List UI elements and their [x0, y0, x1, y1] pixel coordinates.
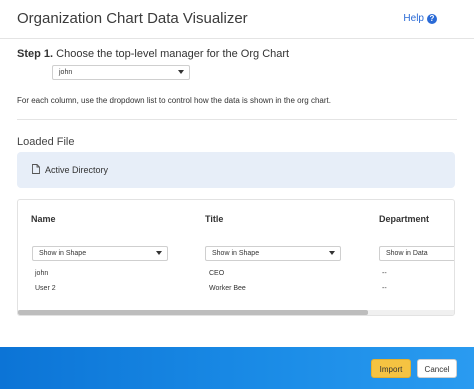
- help-link[interactable]: Help: [403, 13, 424, 24]
- dialog-title: Organization Chart Data Visualizer: [17, 10, 248, 27]
- name-display-value: Show in Shape: [39, 250, 87, 257]
- table-cell: CEO: [209, 270, 225, 277]
- file-icon: [32, 164, 40, 174]
- top-manager-value: john: [59, 69, 73, 76]
- chevron-down-icon: [329, 251, 335, 255]
- chevron-down-icon: [156, 251, 162, 255]
- table-cell: Worker Bee: [209, 285, 246, 292]
- column-instructions: For each column, use the dropdown list t…: [17, 96, 331, 105]
- name-display-select[interactable]: Show in Shape: [32, 246, 168, 261]
- column-header-name: Name: [31, 214, 56, 224]
- table-cell: --: [382, 285, 387, 292]
- table-cell: --: [382, 270, 387, 277]
- section-divider: [17, 119, 457, 120]
- title-display-value: Show in Shape: [212, 250, 260, 257]
- step1-text: Choose the top-level manager for the Org…: [56, 48, 290, 60]
- scrollbar-thumb[interactable]: [18, 310, 368, 315]
- column-mapping-panel: Name Title Department Show in Shape Show…: [17, 199, 455, 316]
- dialog-footer: Import Cancel: [0, 347, 474, 389]
- cancel-button[interactable]: Cancel: [417, 359, 457, 378]
- department-display-select[interactable]: Show in Data: [379, 246, 454, 261]
- column-header-department: Department: [379, 214, 430, 224]
- dialog-header: Organization Chart Data Visualizer Help …: [0, 0, 474, 39]
- import-button[interactable]: Import: [371, 359, 411, 378]
- top-manager-select[interactable]: john: [52, 65, 190, 80]
- step1-prefix: Step 1.: [17, 48, 54, 60]
- column-header-title: Title: [205, 214, 224, 224]
- chevron-down-icon: [178, 70, 184, 74]
- loaded-file-label: Loaded File: [17, 136, 75, 148]
- table-cell: john: [35, 270, 49, 277]
- help-icon[interactable]: ?: [427, 14, 437, 24]
- title-display-select[interactable]: Show in Shape: [205, 246, 341, 261]
- table-cell: User 2: [35, 285, 56, 292]
- department-display-value: Show in Data: [386, 250, 428, 257]
- loaded-file-name: Active Directory: [45, 165, 109, 175]
- horizontal-scrollbar[interactable]: [18, 310, 454, 315]
- step1-line: Step 1. Choose the top-level manager for…: [17, 48, 289, 60]
- loaded-file-box: Active Directory: [17, 152, 455, 188]
